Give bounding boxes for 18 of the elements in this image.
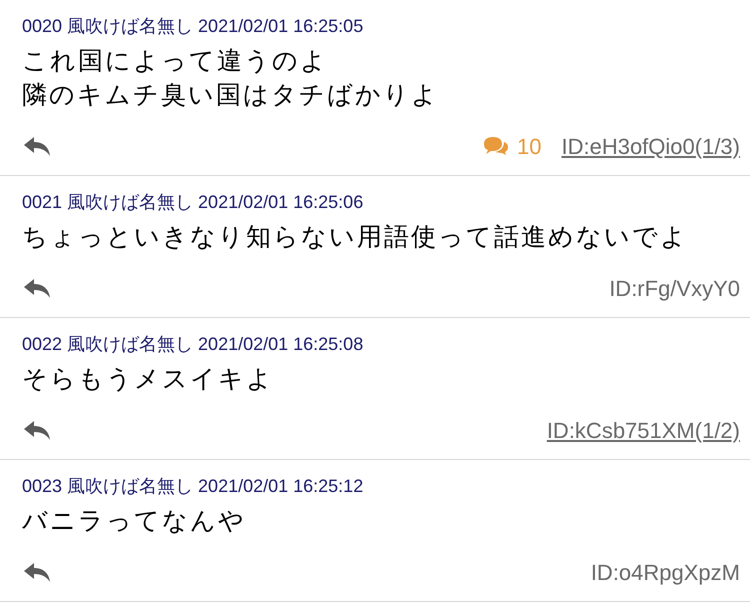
reply-icon[interactable]: [22, 419, 52, 441]
post-text-line: バニラってなんや: [22, 506, 247, 537]
reply-icon[interactable]: [22, 561, 52, 583]
post-text-line: これ国によって違うのよ: [22, 46, 329, 77]
post-header: 0022 風吹けば名無し 2021/02/01 16:25:08: [22, 333, 364, 356]
post-text-line: 隣のキムチ臭い国はタチばかりよ: [22, 80, 440, 111]
user-id: ID:rFg/VxyY0: [609, 274, 740, 303]
post-header: 0020 風吹けば名無し 2021/02/01 16:25:05: [22, 15, 364, 38]
post-header: 0023 風吹けば名無し 2021/02/01 16:25:12: [22, 475, 364, 498]
post-text-line: ちょっといきなり知らない用語使って話進めないでよ: [22, 222, 689, 253]
post-header: 0021 風吹けば名無し 2021/02/01 16:25:06: [22, 191, 364, 214]
user-id-link[interactable]: ID:kCsb751XM(1/2): [546, 414, 740, 446]
user-id-link[interactable]: ID:eH3ofQio0(1/3): [561, 130, 740, 162]
post-text-line: そらもうメスイキよ: [22, 364, 275, 395]
reply-icon[interactable]: [22, 277, 52, 299]
reply-icon[interactable]: [22, 135, 52, 157]
user-id: ID:o4RpgXpzM: [590, 558, 740, 587]
comments-icon: [482, 136, 509, 156]
